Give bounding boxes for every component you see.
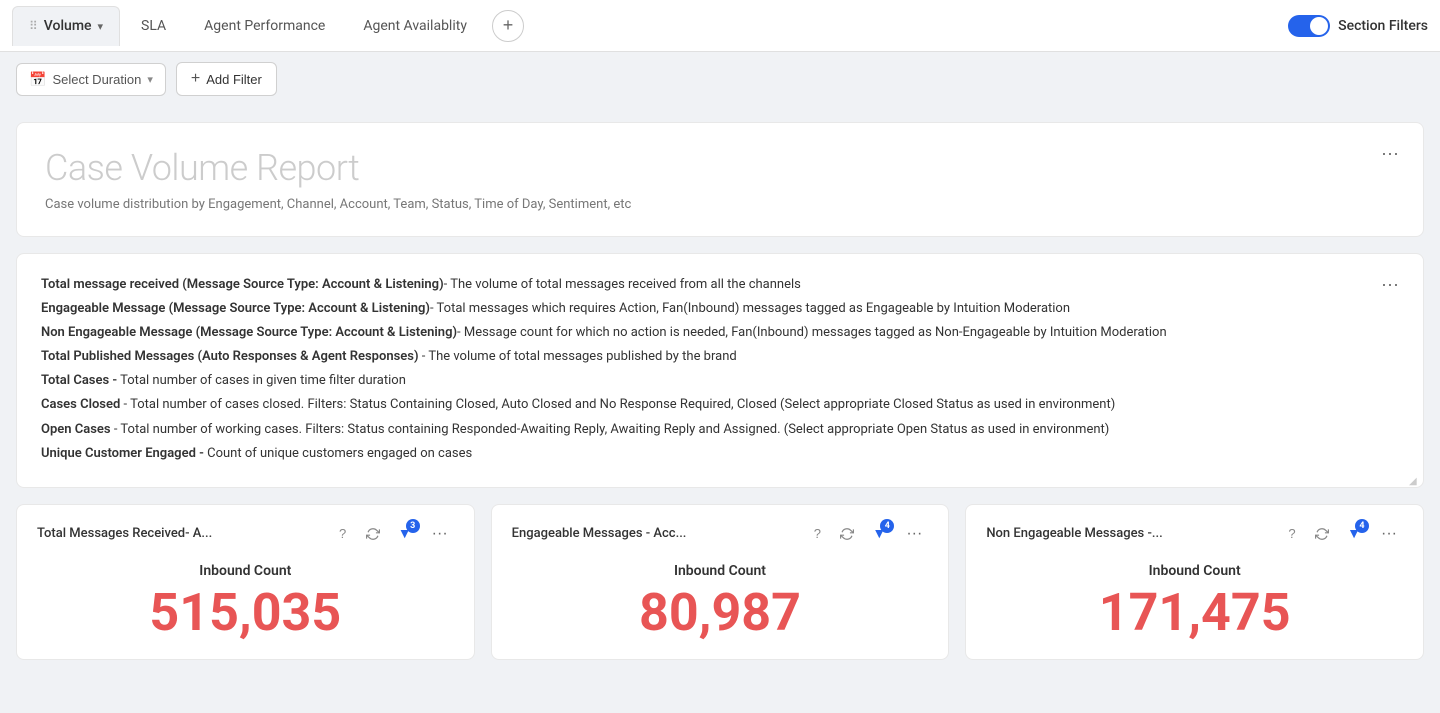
metric-card-non-engageable-title: Non Engageable Messages -... (986, 526, 1273, 541)
help-icon-button[interactable]: ? (332, 523, 354, 545)
refresh-icon (1315, 527, 1329, 541)
report-title: Case Volume Report (45, 147, 1395, 189)
info-item-total-cases: Total Cases - Total number of cases in g… (41, 370, 1399, 392)
info-card-menu-button[interactable]: ··· (1373, 270, 1407, 299)
info-item-total-message: Total message received (Message Source T… (41, 274, 1399, 296)
filter-badge: 3 (406, 519, 420, 533)
metric-card-engageable-header: Engageable Messages - Acc... ? ▼ 4 ··· (512, 521, 929, 547)
refresh-icon (366, 527, 380, 541)
filter-badge: 4 (880, 519, 894, 533)
main-content: Case Volume Report Case volume distribut… (0, 106, 1440, 676)
plus-icon: + (503, 15, 514, 36)
metric-card-non-engageable-header: Non Engageable Messages -... ? ▼ 4 ··· (986, 521, 1403, 547)
filter-badge-button[interactable]: ▼ 3 (392, 521, 418, 547)
info-item-cases-closed: Cases Closed - Total number of cases clo… (41, 394, 1399, 416)
info-card: ··· Total message received (Message Sour… (16, 253, 1424, 488)
metric-inbound-label: Inbound Count (512, 563, 929, 579)
metric-value: 171,475 (986, 587, 1403, 639)
metric-card-engageable-title: Engageable Messages - Acc... (512, 526, 799, 541)
info-item-open-cases: Open Cases - Total number of working cas… (41, 419, 1399, 441)
refresh-icon (840, 527, 854, 541)
tab-agent-performance-label: Agent Performance (204, 18, 325, 34)
tab-agent-availability-label: Agent Availablity (363, 18, 467, 34)
toggle-switch[interactable] (1288, 15, 1330, 37)
tab-bar: ⠿ Volume ▾ SLA Agent Performance Agent A… (0, 0, 1440, 52)
more-options-button[interactable]: ··· (426, 523, 454, 545)
drag-icon: ⠿ (29, 19, 38, 33)
tab-bar-right: Section Filters (1288, 15, 1428, 37)
tab-sla-label: SLA (141, 18, 166, 34)
tab-volume-label: Volume (44, 18, 92, 34)
info-item-unique-customer: Unique Customer Engaged - Count of uniqu… (41, 443, 1399, 465)
section-filters-label: Section Filters (1338, 18, 1428, 34)
metric-inbound-label: Inbound Count (986, 563, 1403, 579)
chevron-down-icon: ▾ (147, 73, 153, 86)
report-card-menu-button[interactable]: ··· (1373, 139, 1407, 168)
tab-agent-performance[interactable]: Agent Performance (187, 6, 342, 46)
metric-value: 515,035 (37, 587, 454, 639)
report-subtitle: Case volume distribution by Engagement, … (45, 197, 1395, 212)
filter-bar: 📅 Select Duration ▾ + Add Filter (0, 52, 1440, 106)
metric-card-total-messages: Total Messages Received- A... ? ▼ 3 ··· … (16, 504, 475, 660)
select-duration-button[interactable]: 📅 Select Duration ▾ (16, 63, 166, 96)
add-filter-button[interactable]: + Add Filter (176, 62, 277, 96)
calendar-icon: 📅 (29, 71, 46, 88)
add-tab-button[interactable]: + (492, 10, 524, 42)
add-filter-label: Add Filter (206, 72, 262, 87)
refresh-icon-button[interactable] (1311, 523, 1333, 545)
section-filters-toggle: Section Filters (1288, 15, 1428, 37)
info-item-engageable: Engageable Message (Message Source Type:… (41, 298, 1399, 320)
filter-badge-button[interactable]: ▼ 4 (1341, 521, 1367, 547)
filter-badge-button[interactable]: ▼ 4 (866, 521, 892, 547)
tab-volume[interactable]: ⠿ Volume ▾ (12, 6, 120, 46)
help-icon-button[interactable]: ? (1281, 523, 1303, 545)
select-duration-label: Select Duration (52, 72, 141, 87)
metric-card-engageable: Engageable Messages - Acc... ? ▼ 4 ··· I… (491, 504, 950, 660)
metric-cards-row: Total Messages Received- A... ? ▼ 3 ··· … (16, 504, 1424, 660)
filter-badge: 4 (1355, 519, 1369, 533)
resize-handle[interactable]: ◢ (1409, 473, 1419, 483)
more-options-button[interactable]: ··· (900, 523, 928, 545)
refresh-icon-button[interactable] (362, 523, 384, 545)
toggle-slider (1288, 15, 1330, 37)
tab-agent-availability[interactable]: Agent Availablity (346, 6, 484, 46)
info-item-non-engageable: Non Engageable Message (Message Source T… (41, 322, 1399, 344)
metric-value: 80,987 (512, 587, 929, 639)
metric-card-total-messages-header: Total Messages Received- A... ? ▼ 3 ··· (37, 521, 454, 547)
plus-icon: + (191, 70, 200, 88)
tab-sla[interactable]: SLA (124, 6, 183, 46)
metric-inbound-label: Inbound Count (37, 563, 454, 579)
more-options-button[interactable]: ··· (1375, 523, 1403, 545)
metric-card-total-messages-title: Total Messages Received- A... (37, 526, 324, 541)
refresh-icon-button[interactable] (836, 523, 858, 545)
info-item-published: Total Published Messages (Auto Responses… (41, 346, 1399, 368)
chevron-down-icon: ▾ (98, 20, 104, 33)
tab-bar-left: ⠿ Volume ▾ SLA Agent Performance Agent A… (12, 6, 1284, 46)
case-volume-report-card: Case Volume Report Case volume distribut… (16, 122, 1424, 237)
help-icon-button[interactable]: ? (806, 523, 828, 545)
metric-card-non-engageable: Non Engageable Messages -... ? ▼ 4 ··· I… (965, 504, 1424, 660)
